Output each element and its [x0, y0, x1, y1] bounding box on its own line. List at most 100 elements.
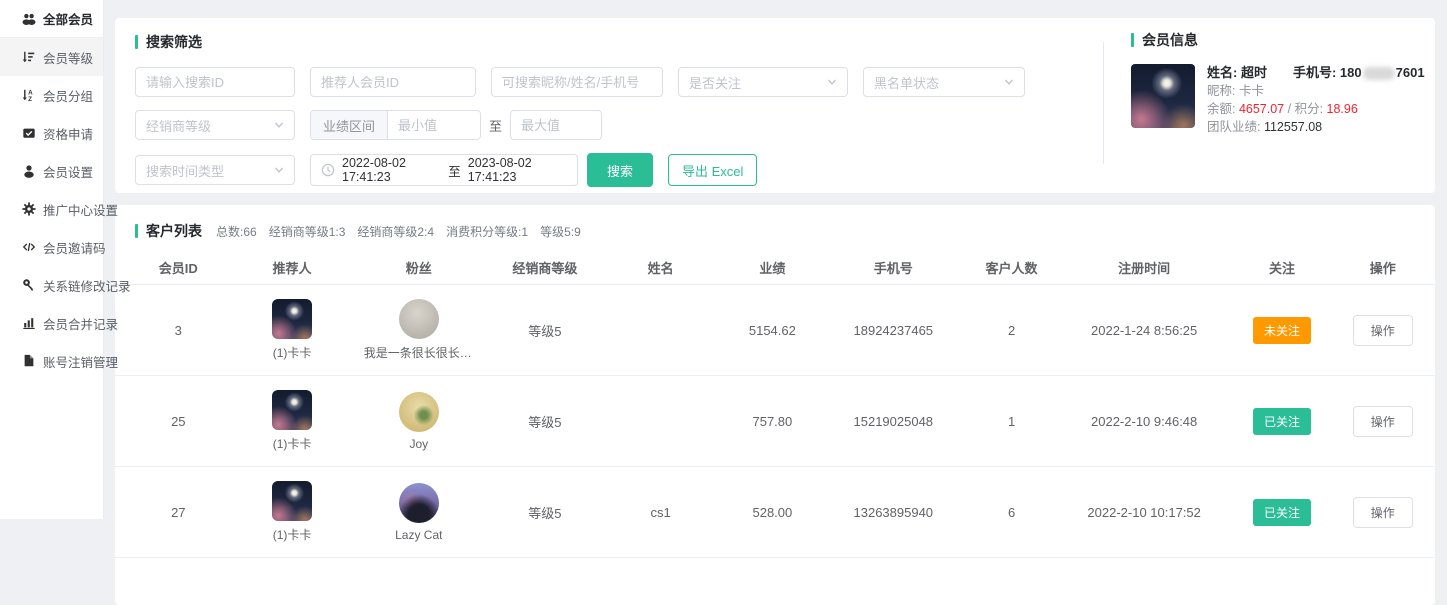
- stat-points-level: 消费积分等级:1: [446, 223, 528, 240]
- nickname-label: 昵称:: [1207, 84, 1239, 98]
- cell-performance: 5154.62: [716, 323, 828, 338]
- sidebar-item-label: 会员邀请码: [43, 238, 106, 257]
- row-action-button[interactable]: 操作: [1353, 497, 1413, 528]
- dealer-level-select[interactable]: 经销商等级: [135, 110, 295, 140]
- col-register-time: 注册时间: [1065, 258, 1224, 277]
- col-action: 操作: [1340, 258, 1425, 277]
- follow-status-badge: 已关注: [1253, 499, 1311, 526]
- member-info-title: 会员信息: [1131, 30, 1421, 50]
- cell-member-id: 27: [125, 505, 232, 520]
- filter-title-text: 搜索筛选: [146, 32, 202, 52]
- sidebar-item-member-level[interactable]: 会员等级: [0, 38, 103, 76]
- file-icon: [22, 354, 36, 368]
- time-type-select[interactable]: 搜索时间类型: [135, 155, 295, 185]
- fan-name: Joy: [409, 437, 428, 451]
- col-performance: 业绩: [716, 258, 828, 277]
- member-info-section: 会员信息 姓名: 超时手机号: 1807601 昵称: 卡卡 余额: 4657.…: [1131, 30, 1421, 136]
- table-row: 25 (1)卡卡 Joy 等级5 757.80 15219025048 1 20…: [115, 376, 1435, 467]
- cell-register-time: 2022-2-10 10:17:52: [1065, 505, 1224, 520]
- cell-member-id: 25: [125, 414, 232, 429]
- chevron-down-icon: [274, 120, 284, 130]
- team-performance: 112557.08: [1264, 120, 1322, 134]
- sidebar-item-merge-log[interactable]: 会员合并记录: [0, 304, 103, 342]
- col-member-id: 会员ID: [125, 258, 232, 277]
- performance-max-input[interactable]: [510, 110, 602, 140]
- blacklist-status-select[interactable]: 黑名单状态: [863, 67, 1025, 97]
- follow-select-value: 是否关注: [689, 73, 741, 92]
- member-avatar: [1131, 64, 1195, 128]
- date-range-input[interactable]: 2022-08-02 17:41:23 至 2023-08-02 17:41:2…: [310, 154, 578, 186]
- sidebar-item-relation-log[interactable]: 关系链修改记录: [0, 266, 103, 304]
- col-fan: 粉丝: [352, 258, 485, 277]
- member-nickname: 卡卡: [1239, 84, 1264, 98]
- phone-redacted: [1363, 67, 1395, 80]
- customer-list-title: 客户列表: [135, 221, 202, 241]
- sidebar-item-qualification[interactable]: 资格申请: [0, 114, 103, 152]
- row-action-button[interactable]: 操作: [1353, 406, 1413, 437]
- follow-status-badge: 已关注: [1253, 408, 1311, 435]
- referrer-id-input[interactable]: [310, 67, 476, 97]
- follow-status-select[interactable]: 是否关注: [678, 67, 848, 97]
- user-icon: [22, 164, 36, 178]
- cell-customer-count: 1: [958, 414, 1065, 429]
- panel-divider: [1103, 42, 1104, 164]
- keyword-input[interactable]: [491, 67, 663, 97]
- phone-suffix: 7601: [1396, 65, 1425, 80]
- sidebar-item-account-cancellation[interactable]: 账号注销管理: [0, 342, 103, 380]
- performance-range-group: 业绩区间 至: [310, 110, 602, 140]
- cell-customer-count: 2: [958, 323, 1065, 338]
- sidebar-item-label: 资格申请: [43, 124, 93, 143]
- cell-member-id: 3: [125, 323, 232, 338]
- customer-list-title-text: 客户列表: [146, 221, 202, 241]
- cell-name: cs1: [605, 505, 717, 520]
- referrer-name: (1)卡卡: [273, 344, 312, 361]
- cell-register-time: 2022-1-24 8:56:25: [1065, 323, 1224, 338]
- cell-phone: 18924237465: [828, 323, 958, 338]
- sidebar-item-invite-code[interactable]: 会员邀请码: [0, 228, 103, 266]
- member-name-phone-line: 姓名: 超时手机号: 1807601: [1207, 64, 1425, 82]
- svg-text:Z: Z: [28, 96, 32, 102]
- referrer-avatar: [272, 390, 312, 430]
- time-type-select-value: 搜索时间类型: [146, 161, 224, 180]
- sidebar: 全部会员 会员等级 AZ 会员分组 资格申请 会员设置 推广中心设置 会员邀请: [0, 0, 104, 519]
- sidebar-item-all-members[interactable]: 全部会员: [0, 0, 103, 38]
- cell-performance: 528.00: [716, 505, 828, 520]
- sidebar-item-member-group[interactable]: AZ 会员分组: [0, 76, 103, 114]
- member-points: 18.96: [1327, 102, 1358, 116]
- filter-member-card: 搜索筛选 是否关注 黑名单状态 经销商等级 业绩区间: [115, 18, 1435, 193]
- member-balance: 4657.07: [1239, 102, 1284, 116]
- search-filter-section: 搜索筛选 是否关注 黑名单状态 经销商等级 业绩区间: [135, 32, 1095, 187]
- code-icon: [22, 240, 36, 254]
- col-follow: 关注: [1223, 258, 1340, 277]
- fan-avatar: [399, 392, 439, 432]
- stat-total: 总数:66: [216, 223, 257, 240]
- cell-phone: 13263895940: [828, 505, 958, 520]
- sidebar-item-member-settings[interactable]: 会员设置: [0, 152, 103, 190]
- sort-level-icon: [22, 50, 36, 64]
- col-name: 姓名: [605, 258, 717, 277]
- sidebar-item-label: 全部会员: [43, 9, 93, 28]
- sidebar-item-label: 关系链修改记录: [43, 276, 131, 295]
- sidebar-item-label: 会员等级: [43, 48, 93, 67]
- performance-range-label: 业绩区间: [311, 111, 388, 139]
- customer-stats: 总数:66 经销商等级1:3 经销商等级2:4 消费积分等级:1 等级5:9: [216, 223, 581, 240]
- stat-dealer-level-1: 经销商等级1:3: [269, 223, 346, 240]
- date-end: 2023-08-02 17:41:23: [468, 156, 567, 184]
- search-id-input[interactable]: [135, 67, 295, 97]
- sidebar-item-promotion-settings[interactable]: 推广中心设置: [0, 190, 103, 228]
- points-label: 积分:: [1295, 102, 1327, 116]
- chevron-down-icon: [1004, 77, 1014, 87]
- fan-name: 我是一条很长很长很...: [364, 344, 474, 361]
- chart-icon: [22, 316, 36, 330]
- search-button[interactable]: 搜索: [587, 153, 653, 187]
- table-row: 27 (1)卡卡 Lazy Cat 等级5 cs1 528.00 1326389…: [115, 467, 1435, 558]
- accent-bar: [135, 35, 138, 49]
- member-balance-line: 余额: 4657.07 / 积分: 18.96: [1207, 100, 1425, 118]
- team-label: 团队业绩:: [1207, 120, 1264, 134]
- dealer-level-select-value: 经销商等级: [146, 116, 211, 135]
- fan-avatar: [399, 483, 439, 523]
- row-action-button[interactable]: 操作: [1353, 315, 1413, 346]
- performance-min-input[interactable]: [388, 111, 480, 139]
- chevron-down-icon: [274, 165, 284, 175]
- export-excel-button[interactable]: 导出 Excel: [668, 154, 757, 186]
